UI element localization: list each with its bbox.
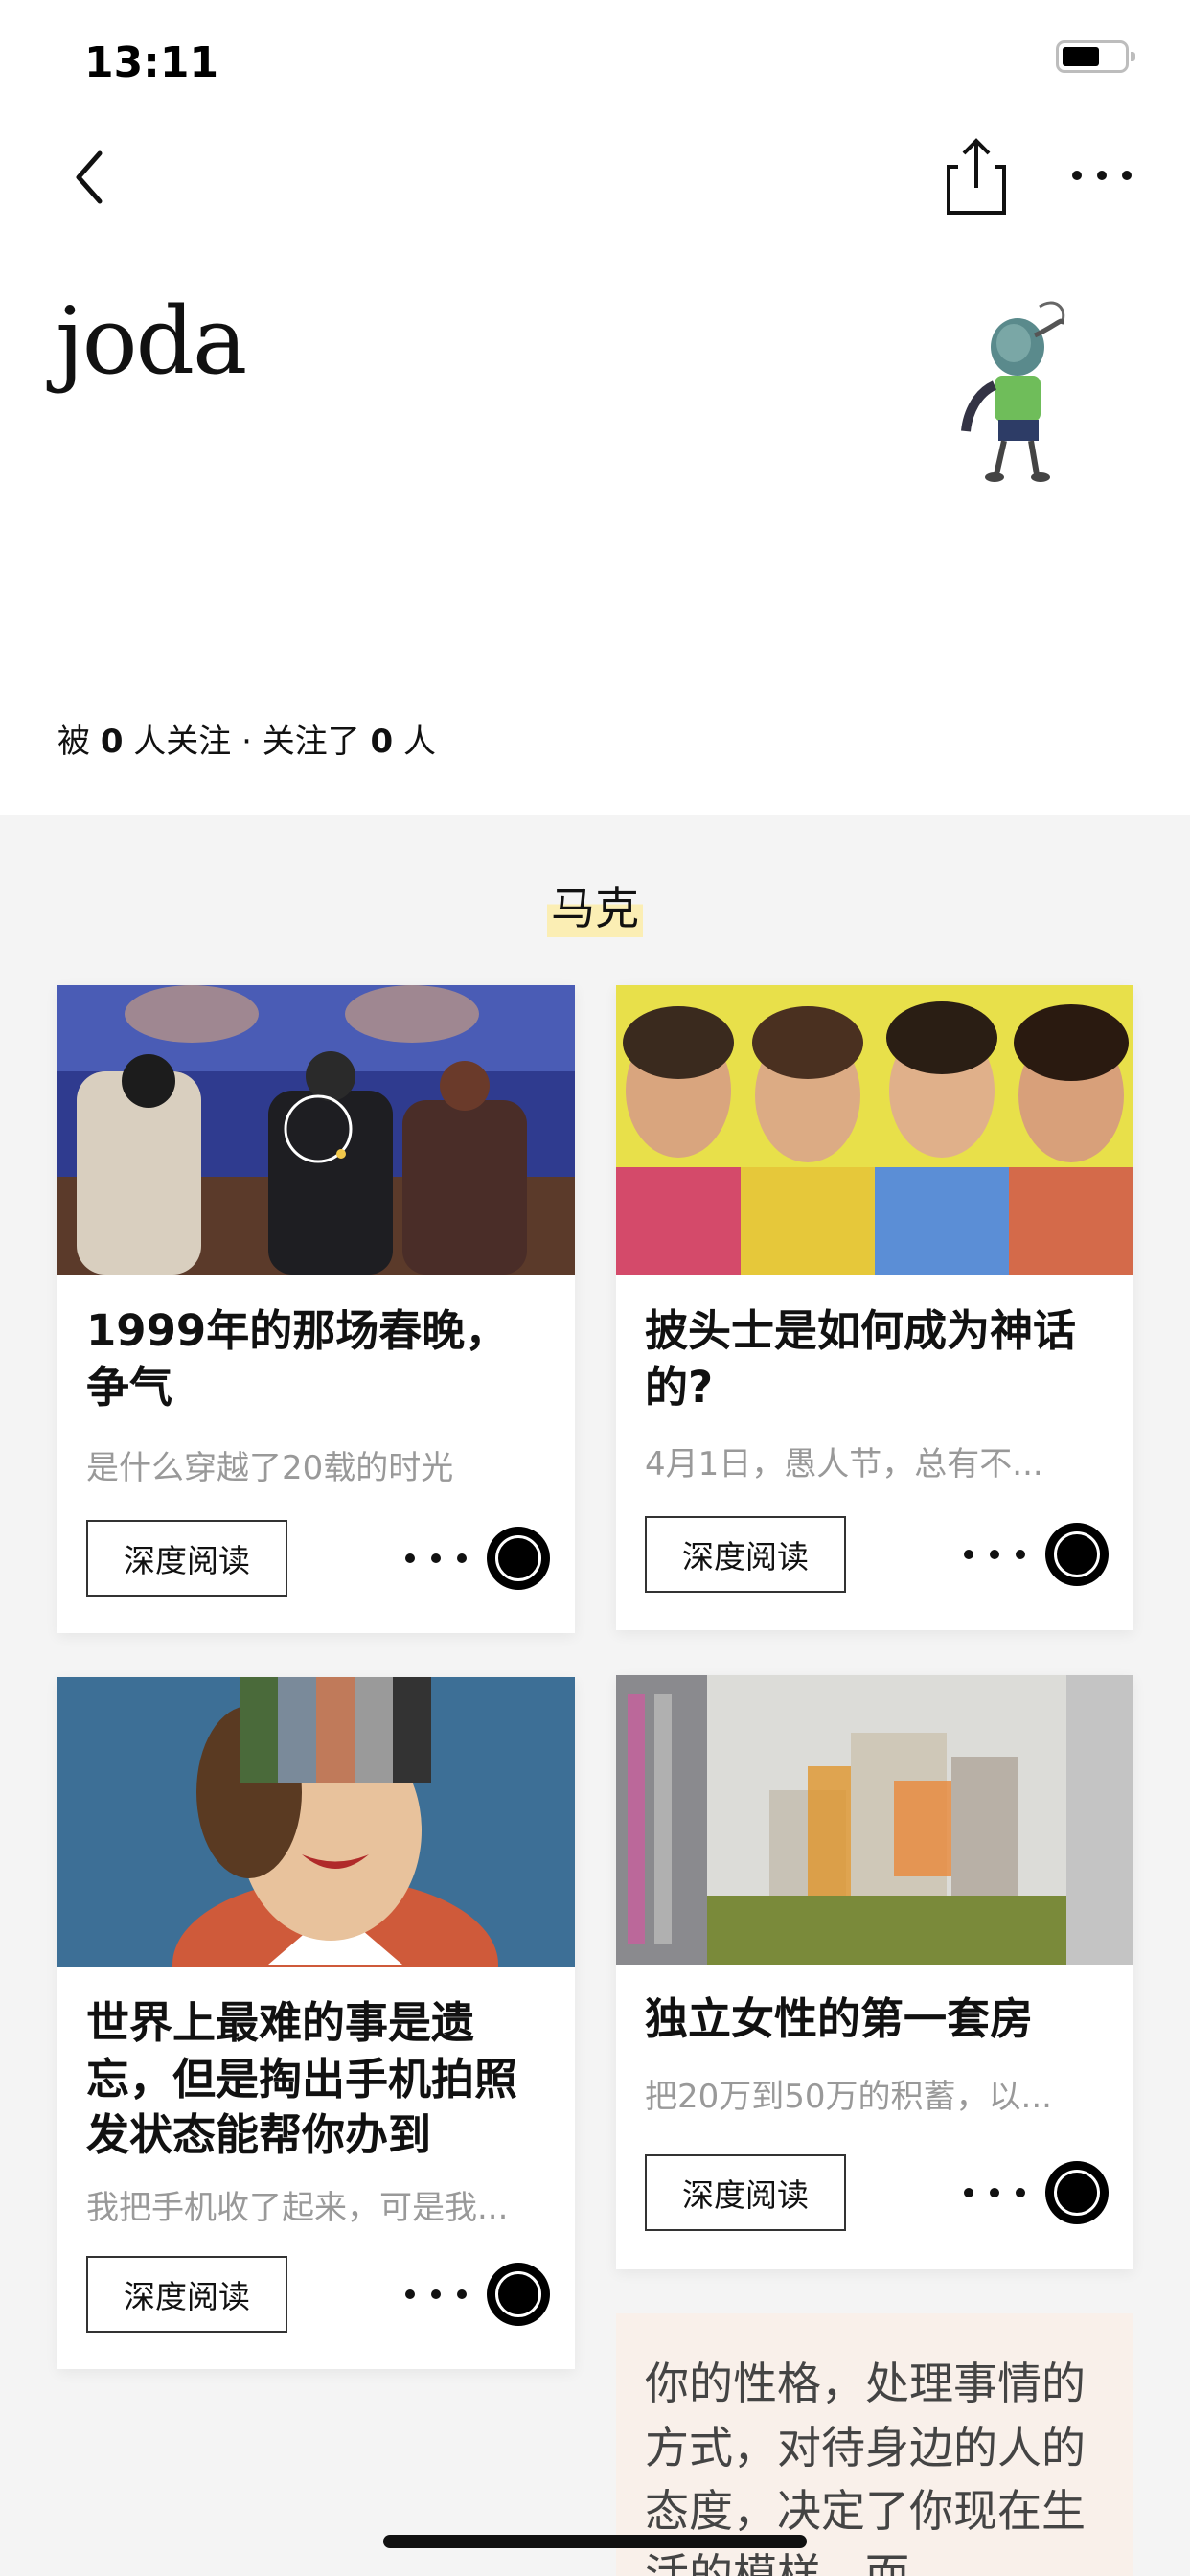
record-icon[interactable] <box>487 1527 550 1590</box>
followers-count: 0 <box>100 723 124 761</box>
following-count: 0 <box>370 723 394 761</box>
record-icon[interactable] <box>487 2263 550 2326</box>
followers-prefix: 被 <box>57 723 90 761</box>
article-card[interactable]: 独立女性的第一套房 把20万到50万的积蓄，以... 深度阅读 <box>616 1675 1133 2269</box>
section-title: 马克 <box>547 874 643 937</box>
section-header: 马克 <box>0 874 1190 937</box>
more-icon[interactable] <box>402 2285 469 2304</box>
back-arrow-icon[interactable] <box>61 144 119 211</box>
follow-stats[interactable]: 被 0 人关注 · 关注了 0 人 <box>57 715 436 762</box>
followers-suffix: 人关注 · 关注了 <box>133 723 360 761</box>
more-icon[interactable] <box>402 1549 469 1568</box>
more-icon[interactable] <box>961 1545 1028 1564</box>
record-icon[interactable] <box>1045 2161 1109 2224</box>
username: joda <box>56 288 247 395</box>
article-title[interactable]: 披头士是如何成为神话的? <box>645 1303 1105 1415</box>
more-icon[interactable] <box>961 2183 1028 2202</box>
article-subtitle: 4月1日，愚人节，总有不... <box>645 1445 1043 1484</box>
deep-read-button[interactable]: 深度阅读 <box>645 2154 846 2231</box>
deep-read-button[interactable]: 深度阅读 <box>645 1516 846 1593</box>
article-subtitle: 是什么穿越了20载的时光 <box>86 1449 454 1487</box>
article-cover-image <box>57 985 575 1275</box>
article-title[interactable]: 世界上最难的事是遗忘，但是掏出手机拍照发状态能帮你办到 <box>86 1995 546 2164</box>
more-options-icon[interactable] <box>1069 161 1134 190</box>
article-card[interactable]: 1999年的那场春晚，争气 是什么穿越了20载的时光 深度阅读 <box>57 985 575 1633</box>
article-title[interactable]: 1999年的那场春晚，争气 <box>86 1303 546 1415</box>
article-cover-image <box>57 1677 575 1966</box>
battery-icon <box>1056 40 1135 73</box>
home-indicator[interactable] <box>383 2535 807 2548</box>
article-cover-image <box>616 985 1133 1275</box>
article-subtitle: 把20万到50万的积蓄，以... <box>645 2078 1052 2116</box>
share-icon[interactable] <box>943 134 1010 220</box>
article-subtitle: 我把手机收了起来，可是我... <box>86 2189 509 2227</box>
avatar[interactable] <box>949 297 1092 489</box>
article-title[interactable]: 独立女性的第一套房 <box>645 1991 1105 2048</box>
deep-read-button[interactable]: 深度阅读 <box>86 2256 287 2333</box>
status-time: 13:11 <box>84 38 219 87</box>
deep-read-button[interactable]: 深度阅读 <box>86 1520 287 1597</box>
article-cover-image <box>616 1675 1133 1965</box>
article-card[interactable]: 世界上最难的事是遗忘，但是掏出手机拍照发状态能帮你办到 我把手机收了起来，可是我… <box>57 1677 575 2369</box>
profile-header: 13:11 joda 被 0 人关注 · 关注了 0 人 <box>0 0 1190 815</box>
record-icon[interactable] <box>1045 1523 1109 1586</box>
following-suffix: 人 <box>403 723 437 761</box>
article-card[interactable]: 披头士是如何成为神话的? 4月1日，愚人节，总有不... 深度阅读 <box>616 985 1133 1630</box>
